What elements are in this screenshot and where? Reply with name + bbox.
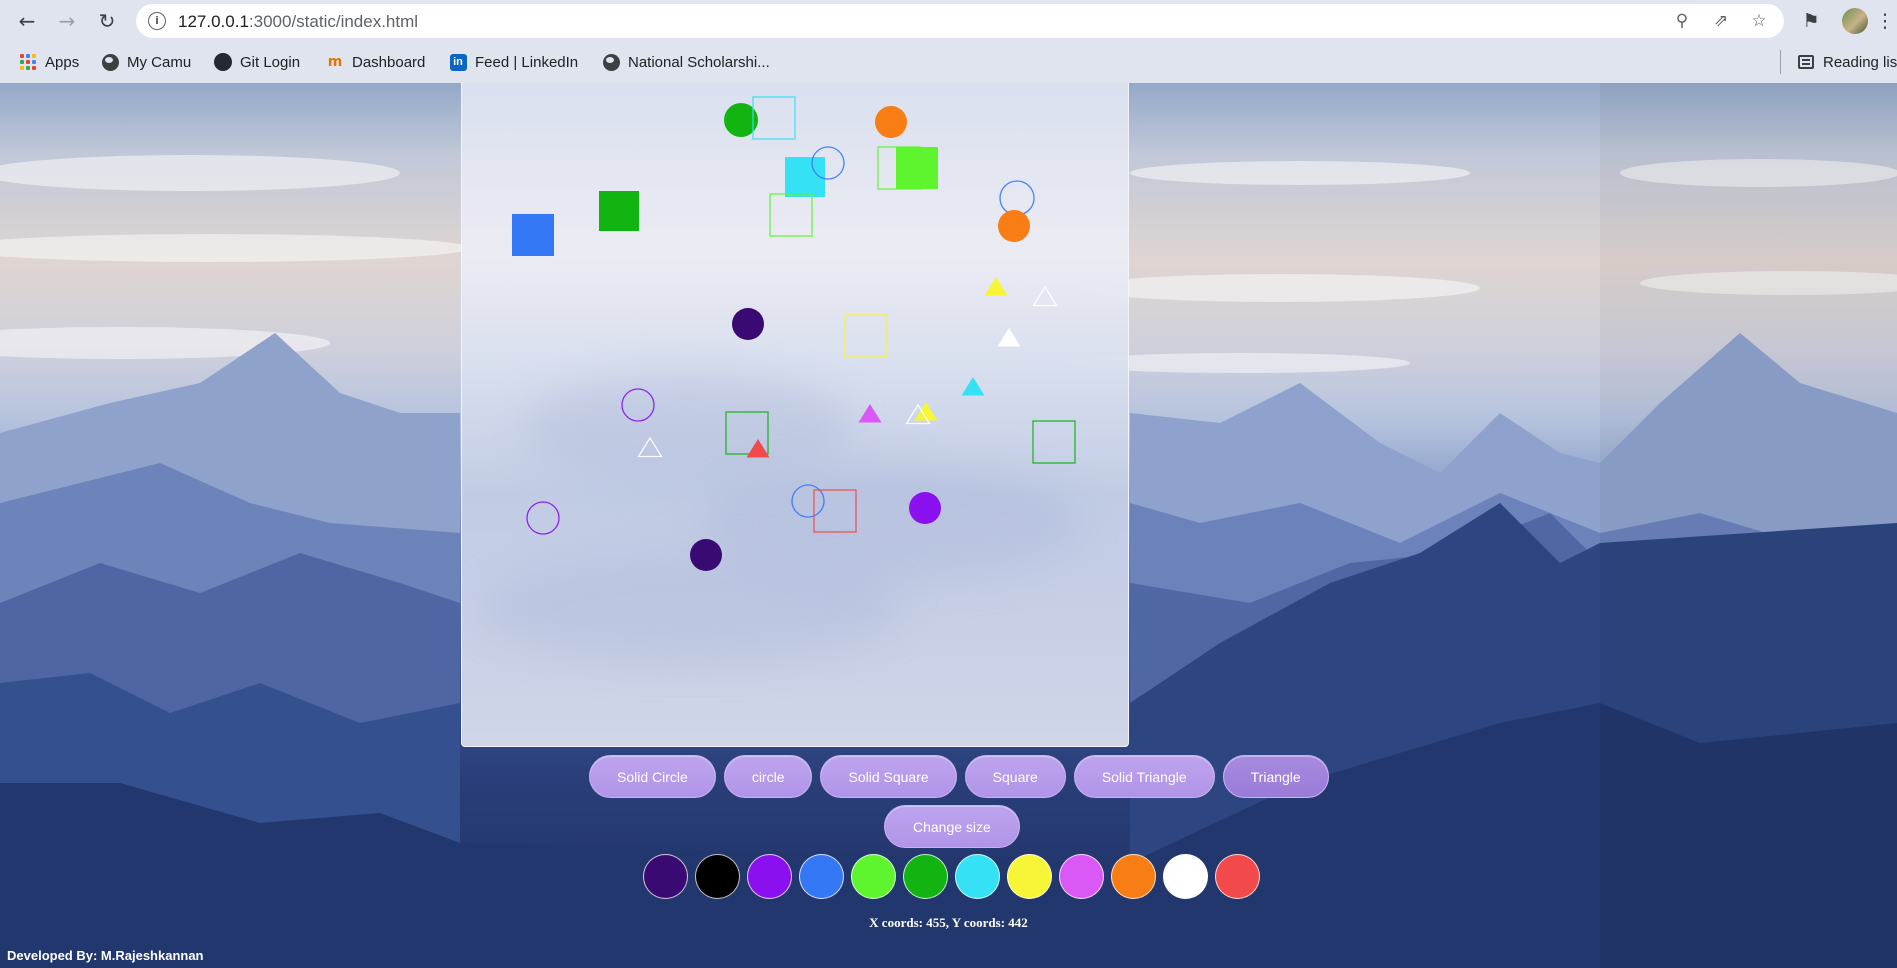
circle-button[interactable]: circle xyxy=(723,755,813,798)
square-shape xyxy=(769,193,813,237)
solid-circle-button[interactable]: Solid Circle xyxy=(589,755,716,798)
change-size-button[interactable]: Change size xyxy=(884,805,1020,848)
solid-square-shape xyxy=(512,214,554,256)
bookmark-label: National Scholarshi... xyxy=(628,53,770,71)
developer-credit: Developed By: M.Rajeshkannan xyxy=(7,948,204,963)
triangle-shape xyxy=(1032,285,1058,307)
triangle-button[interactable]: Triangle xyxy=(1222,755,1329,798)
shape-button-row: Solid Circle circle Solid Square Square … xyxy=(589,755,1329,799)
color-swatch[interactable] xyxy=(1111,854,1156,899)
solid-circle-shape xyxy=(998,210,1030,242)
bookmark-label: Git Login xyxy=(240,53,301,71)
globe-icon xyxy=(602,53,620,71)
bookmark-feed-linkedin[interactable]: in Feed | LinkedIn xyxy=(449,50,578,74)
color-swatch[interactable] xyxy=(747,854,792,899)
address-bar[interactable]: i 127.0.0.1:3000/static/index.html ⚲ ⇗ ☆ xyxy=(136,4,1784,38)
drawing-canvas[interactable] xyxy=(461,83,1129,747)
color-swatch[interactable] xyxy=(1163,854,1208,899)
color-swatch[interactable] xyxy=(643,854,688,899)
url-host: 127.0.0.1 xyxy=(178,12,249,31)
more-vertical-icon[interactable]: ⋮ xyxy=(1876,7,1895,35)
globe-icon xyxy=(101,53,119,71)
solid-square-button[interactable]: Solid Square xyxy=(820,755,957,798)
bookmark-git-login[interactable]: Git Login xyxy=(214,50,300,74)
browser-chrome: ← → ↻ i 127.0.0.1:3000/static/index.html… xyxy=(0,0,1897,83)
dashboard-icon: m xyxy=(327,54,343,70)
site-info-icon[interactable]: i xyxy=(148,12,166,30)
reading-list-label: Reading lis xyxy=(1823,53,1897,71)
solid-triangle-shape xyxy=(858,404,882,423)
color-swatch[interactable] xyxy=(799,854,844,899)
url-path: :3000/static/index.html xyxy=(248,12,419,31)
solid-square-shape xyxy=(599,191,639,231)
coordinates-readout: X coords: 455, Y coords: 442 xyxy=(869,915,1028,930)
linkedin-icon: in xyxy=(449,53,467,71)
square-shape xyxy=(844,314,888,358)
color-swatch[interactable] xyxy=(1215,854,1260,899)
reload-icon[interactable]: ↻ xyxy=(93,7,121,35)
solid-circle-shape xyxy=(690,539,722,571)
solid-circle-shape xyxy=(875,106,907,138)
bookmarks-bar: Apps My Camu Git Login m Dashboard in Fe… xyxy=(0,42,1897,83)
color-swatch[interactable] xyxy=(851,854,896,899)
solid-triangle-shape xyxy=(997,328,1021,347)
bookmarks-divider xyxy=(1780,50,1781,74)
solid-circle-shape xyxy=(732,308,764,340)
solid-circle-shape xyxy=(909,492,941,524)
color-swatch[interactable] xyxy=(1007,854,1052,899)
square-shape xyxy=(1032,420,1076,464)
url-text[interactable]: 127.0.0.1:3000/static/index.html xyxy=(178,12,418,32)
avatar[interactable] xyxy=(1842,8,1868,34)
bookmark-label: My Camu xyxy=(127,53,192,71)
bookmark-apps[interactable]: Apps xyxy=(19,50,79,74)
solid-triangle-shape xyxy=(746,439,770,458)
circle-shape xyxy=(999,180,1035,216)
square-shape xyxy=(752,96,796,140)
bookmark-dashboard[interactable]: m Dashboard xyxy=(326,50,426,74)
star-icon[interactable]: ☆ xyxy=(1747,9,1771,33)
solid-triangle-button[interactable]: Solid Triangle xyxy=(1073,755,1215,798)
square-button[interactable]: Square xyxy=(964,755,1066,798)
github-icon xyxy=(214,53,232,71)
puzzle-icon[interactable]: ⚑ xyxy=(1797,7,1825,35)
solid-triangle-shape xyxy=(961,377,985,396)
bookmark-my-camu[interactable]: My Camu xyxy=(101,50,191,74)
solid-square-shape xyxy=(896,147,938,189)
reading-list-icon xyxy=(1797,53,1815,71)
color-palette xyxy=(643,854,1260,899)
solid-triangle-shape xyxy=(984,277,1008,296)
bookmark-label: Dashboard xyxy=(352,53,426,71)
shapes-layer xyxy=(512,96,1076,571)
color-swatch[interactable] xyxy=(955,854,1000,899)
color-swatch[interactable] xyxy=(1059,854,1104,899)
apps-grid-icon xyxy=(19,53,37,71)
share-icon[interactable]: ⇗ xyxy=(1709,9,1733,33)
zoom-icon[interactable]: ⚲ xyxy=(1670,9,1694,33)
color-swatch[interactable] xyxy=(903,854,948,899)
circle-shape xyxy=(526,501,560,535)
back-arrow-icon[interactable]: ← xyxy=(13,7,41,35)
bookmark-label: Feed | LinkedIn xyxy=(475,53,579,71)
bookmark-label: Apps xyxy=(45,53,80,71)
forward-arrow-icon[interactable]: → xyxy=(53,7,81,35)
circle-shape xyxy=(621,388,655,422)
page-body: Solid Circle circle Solid Square Square … xyxy=(0,83,1897,968)
reading-list[interactable]: Reading lis xyxy=(1797,50,1897,74)
bookmark-national-scholarship[interactable]: National Scholarshi... xyxy=(602,50,770,74)
triangle-shape xyxy=(637,436,663,458)
browser-toolbar: ← → ↻ i 127.0.0.1:3000/static/index.html… xyxy=(0,0,1897,42)
color-swatch[interactable] xyxy=(695,854,740,899)
